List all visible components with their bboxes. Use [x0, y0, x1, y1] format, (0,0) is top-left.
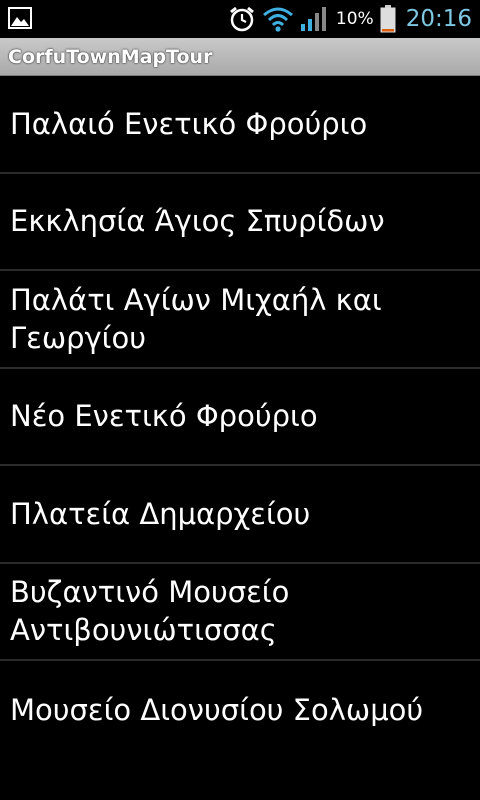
list-item[interactable]: Μουσείο Διονυσίου Σολωμού [0, 661, 480, 759]
list-item-label: Βυζαντινό Μουσείο Αντιβουνιώτισσας [10, 575, 290, 648]
gallery-icon [8, 7, 32, 29]
wifi-icon [262, 7, 293, 32]
list-item[interactable]: Βυζαντινό Μουσείο Αντιβουνιώτισσας [0, 564, 480, 661]
title-bar: CorfuTownMapTour [0, 38, 480, 76]
list-item-label: Πλατεία Δημαρχείου [10, 496, 311, 531]
battery-percent: 10% [335, 9, 374, 29]
list-item-label: Παλάτι Αγίων Μιχαήλ και Γεωργίου [10, 282, 382, 355]
clock: 20:16 [405, 6, 472, 32]
list-item[interactable]: Εκκλησία Άγιος Σπυρίδων [0, 174, 480, 271]
list-item-label: Εκκλησία Άγιος Σπυρίδων [10, 204, 385, 239]
battery-icon [380, 5, 396, 33]
list-item-label: Νέο Ενετικό Φρούριο [10, 399, 318, 434]
status-icons: 10% 20:16 [222, 0, 472, 38]
list-item-label: Παλαιό Ενετικό Φρούριο [10, 106, 368, 141]
list-item[interactable]: Παλάτι Αγίων Μιχαήλ και Γεωργίου [0, 271, 480, 369]
places-list: Παλαιό Ενετικό Φρούριο Εκκλησία Άγιος Σπ… [0, 76, 480, 759]
signal-icon [300, 7, 326, 31]
list-item[interactable]: Πλατεία Δημαρχείου [0, 466, 480, 564]
list-item[interactable]: Νέο Ενετικό Φρούριο [0, 369, 480, 466]
alarm-icon [229, 6, 254, 32]
status-bar: 10% 20:16 [0, 0, 480, 38]
list-item-label: Μουσείο Διονυσίου Σολωμού [10, 692, 424, 727]
app-title: CorfuTownMapTour [8, 46, 213, 68]
list-item[interactable]: Παλαιό Ενετικό Φρούριο [0, 76, 480, 174]
